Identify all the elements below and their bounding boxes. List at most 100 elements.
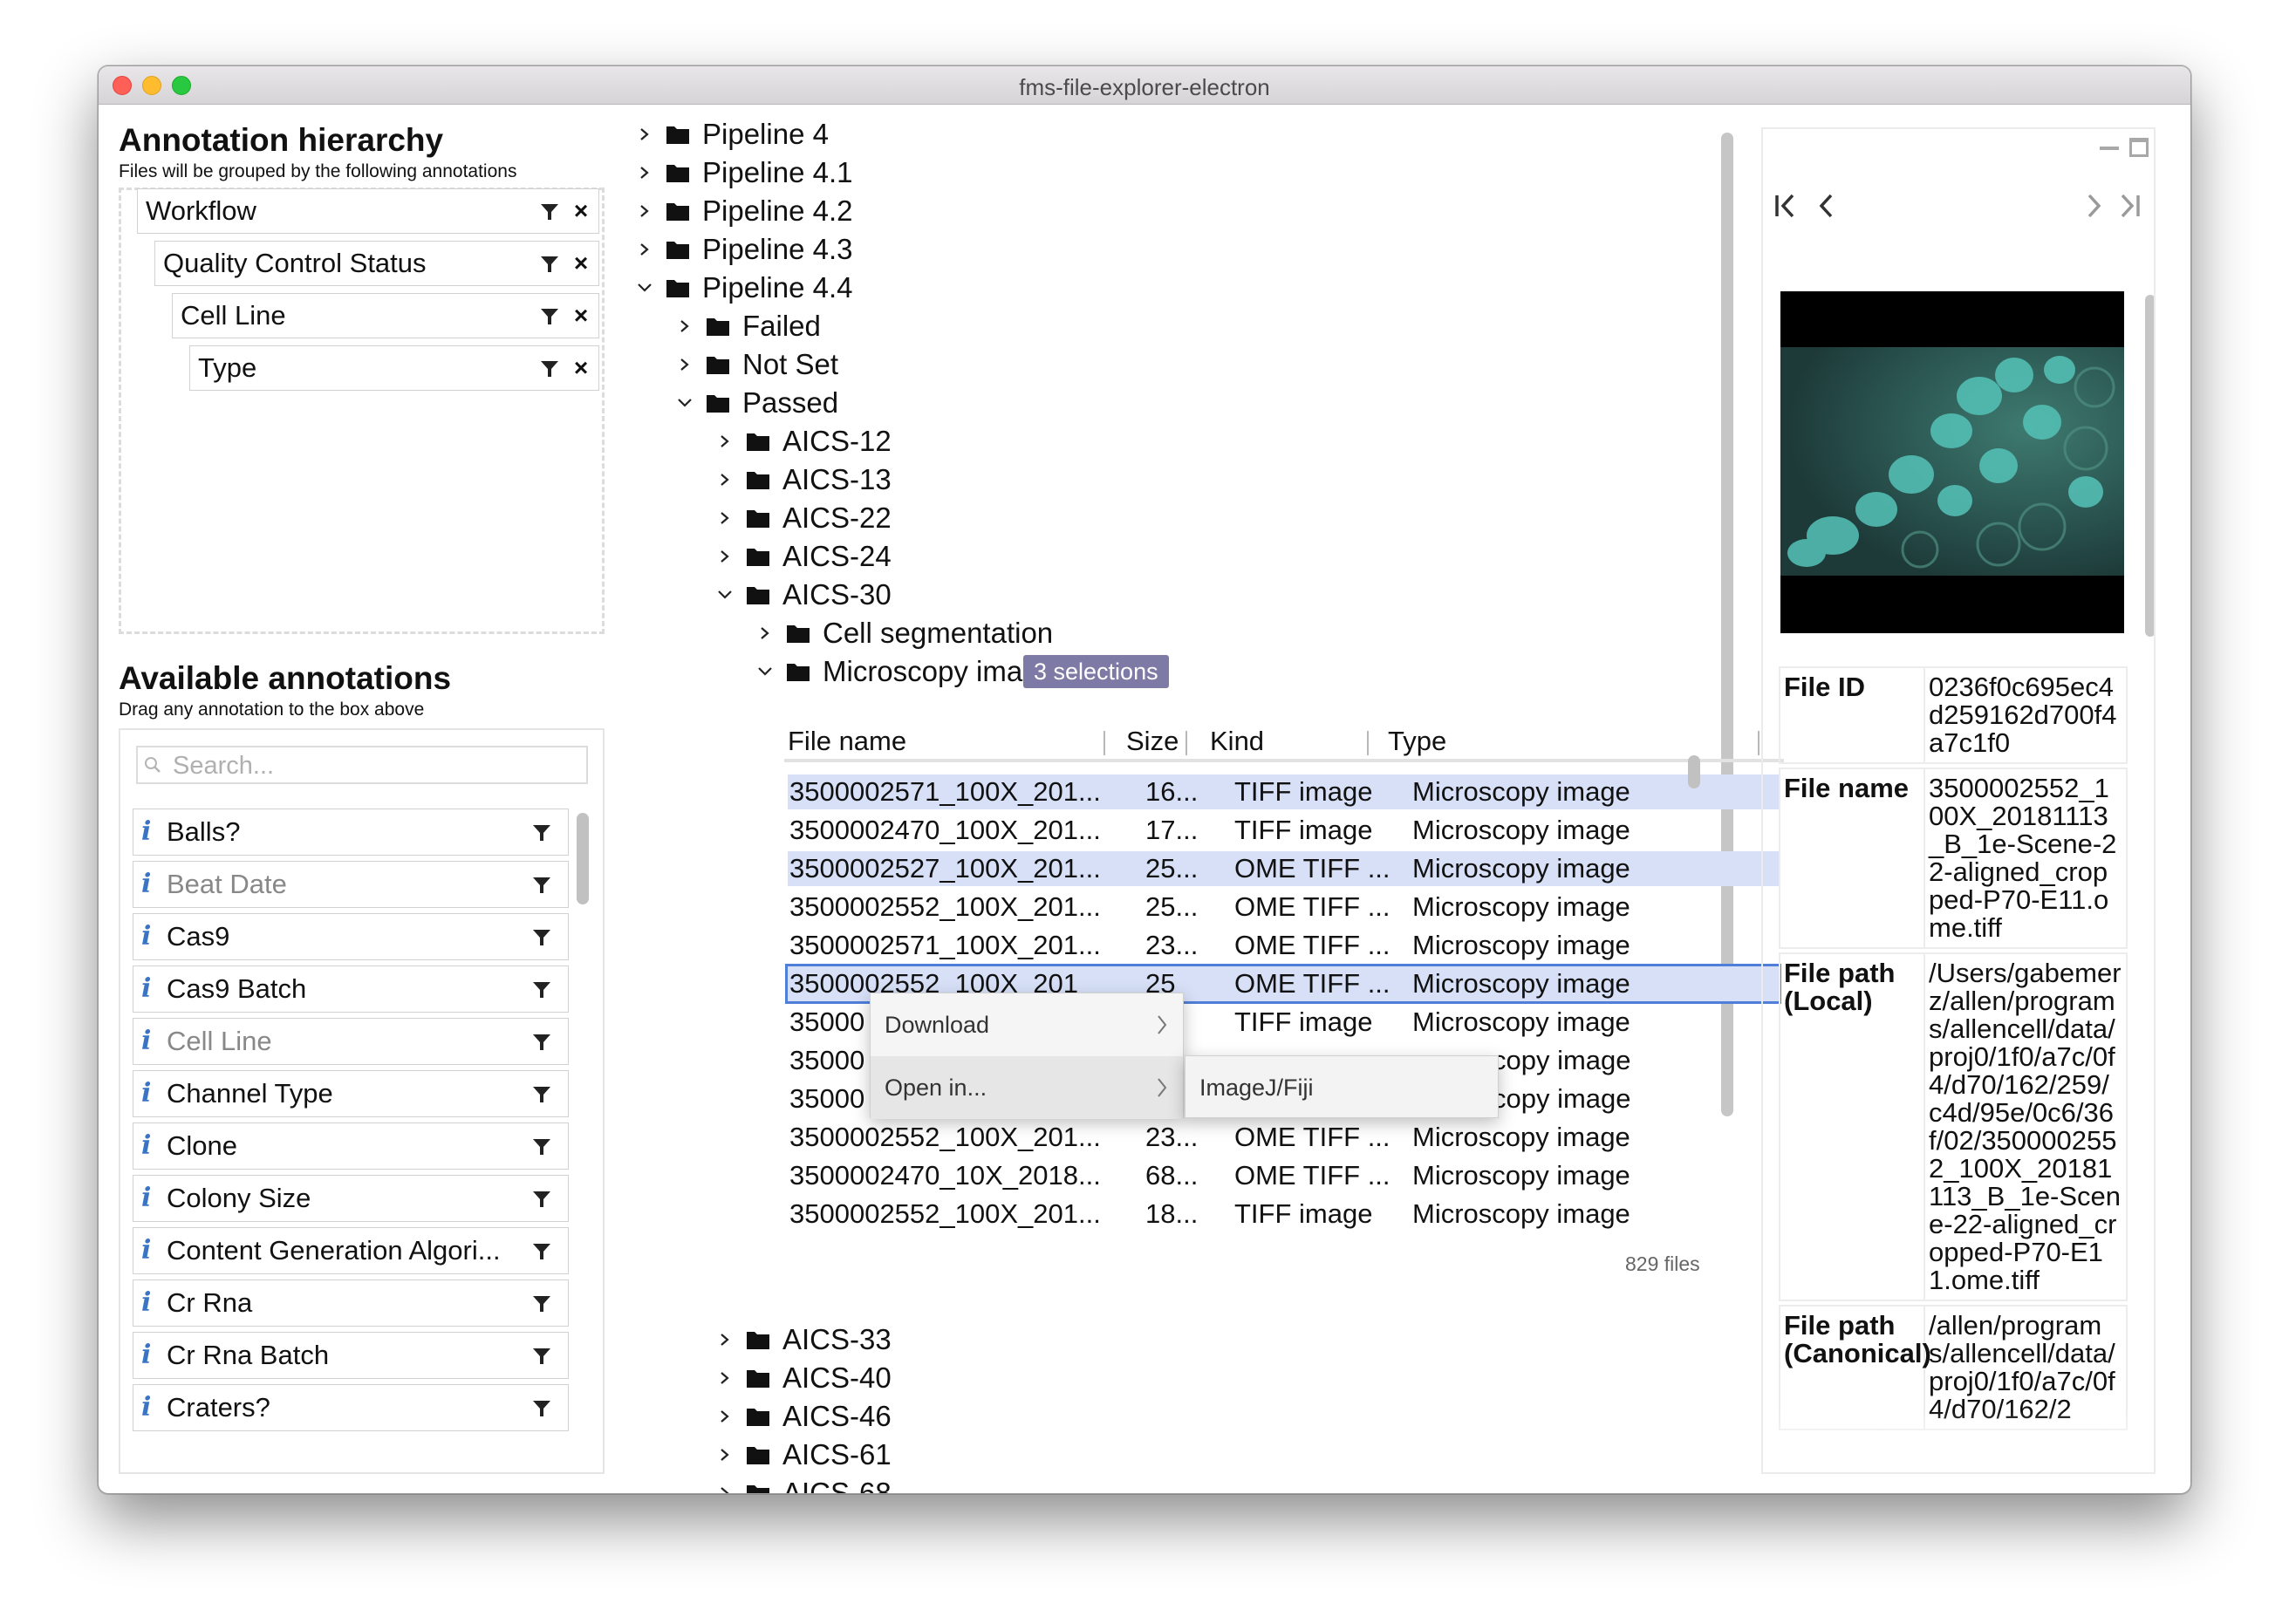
annotation-item[interactable]: i Cas9 xyxy=(133,913,569,960)
chevron-right-icon[interactable] xyxy=(636,192,653,230)
remove-icon[interactable]: × xyxy=(571,294,591,338)
info-icon[interactable]: i xyxy=(141,1333,151,1378)
column-resizer[interactable] xyxy=(1185,731,1187,755)
menu-item-download[interactable]: Download xyxy=(871,993,1183,1056)
chevron-down-icon[interactable] xyxy=(676,384,694,422)
column-resizer[interactable] xyxy=(1758,731,1759,755)
annotation-item[interactable]: i Balls? xyxy=(133,809,569,856)
info-icon[interactable]: i xyxy=(141,1385,151,1430)
chevron-down-icon[interactable] xyxy=(756,652,774,691)
minimize-panel-icon[interactable] xyxy=(2100,147,2119,150)
filter-icon[interactable] xyxy=(531,1293,552,1314)
annotation-item[interactable]: i Cas9 Batch xyxy=(133,966,569,1013)
filter-icon[interactable] xyxy=(531,875,552,896)
filter-icon[interactable] xyxy=(531,822,552,843)
filter-icon[interactable] xyxy=(531,1189,552,1210)
table-row[interactable]: 3500002470_100X_201... 17... TIFF image Mic… xyxy=(788,813,1779,848)
column-size[interactable]: Size xyxy=(1126,720,1179,762)
table-row[interactable]: 3500002470_10X_2018... 68.... OME TIFF ...… xyxy=(788,1158,1779,1193)
info-icon[interactable]: i xyxy=(141,1019,151,1064)
table-row[interactable]: 3500002571_100X_201... 23... OME TIFF ... M… xyxy=(788,928,1779,963)
chevron-right-icon[interactable] xyxy=(676,307,694,345)
chevron-down-icon[interactable] xyxy=(636,269,653,307)
next-file-icon[interactable] xyxy=(2075,181,2110,230)
cell-size: 25... xyxy=(1145,891,1198,922)
info-icon[interactable]: i xyxy=(141,1123,151,1169)
chevron-right-icon[interactable] xyxy=(636,230,653,269)
annotation-item[interactable]: i Craters? xyxy=(133,1384,569,1431)
filter-icon[interactable] xyxy=(531,1398,552,1419)
filter-icon[interactable] xyxy=(531,1346,552,1367)
filter-icon[interactable] xyxy=(539,358,560,379)
hierarchy-item[interactable]: Type × xyxy=(189,345,599,391)
chevron-right-icon[interactable] xyxy=(716,422,734,461)
search-input[interactable]: Search... xyxy=(136,746,588,784)
filter-icon[interactable] xyxy=(531,1136,552,1157)
annotation-item[interactable]: i Cr Rna xyxy=(133,1279,569,1327)
filter-icon[interactable] xyxy=(531,979,552,1000)
chevron-right-icon[interactable] xyxy=(676,345,694,384)
column-file-name[interactable]: File name xyxy=(788,720,906,762)
info-icon[interactable]: i xyxy=(141,914,151,959)
annotation-item-label: Craters? xyxy=(167,1392,270,1423)
info-icon[interactable]: i xyxy=(141,966,151,1012)
info-icon[interactable]: i xyxy=(141,1280,151,1326)
remove-icon[interactable]: × xyxy=(571,242,591,285)
chevron-right-icon[interactable] xyxy=(716,1474,734,1494)
menu-item-open-in[interactable]: Open in... xyxy=(871,1056,1183,1119)
previous-file-icon[interactable] xyxy=(1810,181,1845,230)
chevron-down-icon[interactable] xyxy=(716,576,734,614)
info-icon[interactable]: i xyxy=(141,1176,151,1221)
annotation-item[interactable]: i Colony Size xyxy=(133,1175,569,1222)
filter-icon[interactable] xyxy=(539,254,560,275)
table-row[interactable]: 3500002552_100X_201... 18... TIFF image Mic… xyxy=(788,1197,1779,1232)
filter-icon[interactable] xyxy=(531,1084,552,1105)
table-row[interactable]: 3500002552_100X_201... 25... OME TIFF ... M… xyxy=(788,890,1779,925)
info-icon[interactable]: i xyxy=(141,1228,151,1273)
column-type[interactable]: Type xyxy=(1388,720,1446,762)
column-resizer[interactable] xyxy=(1367,731,1369,755)
maximize-panel-icon[interactable] xyxy=(2129,138,2149,157)
submenu-item-imagej[interactable]: ImageJ/Fiji xyxy=(1185,1055,1499,1118)
table-scrollbar[interactable] xyxy=(1688,755,1700,788)
chevron-right-icon[interactable] xyxy=(636,115,653,154)
hierarchy-item[interactable]: Cell Line × xyxy=(172,293,599,338)
table-row[interactable]: 3500002552_100X_201... 23... OME TIFF ... M… xyxy=(788,1120,1779,1155)
table-row[interactable]: 3500002527_100X_201... 25... OME TIFF ... M… xyxy=(788,851,1779,886)
annotation-item[interactable]: i Channel Type xyxy=(133,1070,569,1117)
info-icon[interactable]: i xyxy=(141,809,151,855)
column-resizer[interactable] xyxy=(1104,731,1105,755)
annotation-item[interactable]: i Beat Date xyxy=(133,861,569,908)
chevron-right-icon[interactable] xyxy=(636,154,653,192)
hierarchy-item[interactable]: Quality Control Status × xyxy=(154,241,599,286)
hierarchy-item[interactable]: Workflow × xyxy=(137,188,599,234)
info-icon[interactable]: i xyxy=(141,1071,151,1116)
table-row[interactable]: 3500002571_100X_201... 16... TIFF image Mic… xyxy=(788,774,1779,809)
remove-icon[interactable]: × xyxy=(571,189,591,233)
chevron-right-icon[interactable] xyxy=(716,537,734,576)
annotation-item[interactable]: i Content Generation Algori... xyxy=(133,1227,569,1274)
filter-icon[interactable] xyxy=(539,306,560,327)
first-file-icon[interactable] xyxy=(1768,181,1803,230)
details-scrollbar[interactable] xyxy=(2145,295,2154,637)
last-file-icon[interactable] xyxy=(2112,181,2147,230)
chevron-right-icon[interactable] xyxy=(716,1397,734,1436)
remove-icon[interactable]: × xyxy=(571,346,591,390)
annotation-list-scrollbar[interactable] xyxy=(577,813,589,904)
annotation-item[interactable]: i Cell Line xyxy=(133,1018,569,1065)
chevron-right-icon[interactable] xyxy=(716,1436,734,1474)
chevron-right-icon[interactable] xyxy=(716,1320,734,1359)
info-icon[interactable]: i xyxy=(141,862,151,907)
cell-kind: OME TIFF ... xyxy=(1234,891,1390,922)
chevron-right-icon[interactable] xyxy=(716,1359,734,1397)
filter-icon[interactable] xyxy=(539,201,560,222)
chevron-right-icon[interactable] xyxy=(756,614,774,652)
chevron-right-icon[interactable] xyxy=(716,461,734,499)
filter-icon[interactable] xyxy=(531,1032,552,1053)
annotation-item[interactable]: i Clone xyxy=(133,1122,569,1170)
annotation-item[interactable]: i Cr Rna Batch xyxy=(133,1332,569,1379)
filter-icon[interactable] xyxy=(531,1241,552,1262)
chevron-right-icon[interactable] xyxy=(716,499,734,537)
column-kind[interactable]: Kind xyxy=(1210,720,1264,762)
filter-icon[interactable] xyxy=(531,927,552,948)
